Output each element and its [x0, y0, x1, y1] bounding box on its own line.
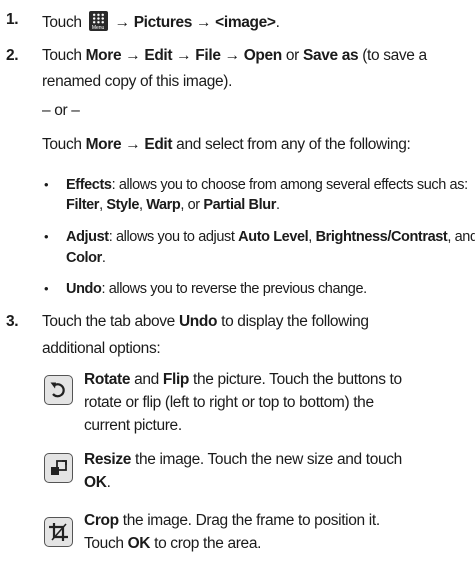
- option-crop-text: Crop the image. Drag the frame to positi…: [84, 509, 380, 555]
- bullet-effects-line-1: Effects: allows you to choose from among…: [66, 177, 468, 193]
- adjust-desc: : allows you to adjust: [108, 229, 235, 245]
- arrow: →: [176, 47, 192, 64]
- ok-label: OK: [127, 535, 151, 552]
- period: .: [275, 14, 280, 31]
- rotate-desc-3: current picture.: [84, 417, 182, 434]
- bullet-dot: •: [44, 229, 49, 244]
- rotate-desc-1: the picture. Touch the buttons to: [193, 371, 402, 388]
- rotate-label: Rotate: [84, 371, 131, 388]
- edit-label: Edit: [144, 47, 173, 64]
- rotate-icon: [44, 375, 73, 405]
- more-label: More: [85, 47, 122, 64]
- period: .: [275, 197, 280, 213]
- or-separator-text: – or –: [42, 102, 80, 119]
- undo-term: Undo: [66, 281, 102, 297]
- rotate-desc-2: rotate or flip (left to right or top to …: [84, 394, 374, 411]
- arrow: →: [125, 47, 141, 64]
- effects-term: Effects: [66, 177, 112, 193]
- step-3-intro: Touch the tab above: [42, 313, 175, 330]
- bullet-adjust-line-2-text: Color.: [66, 250, 106, 266]
- comma: ,: [308, 229, 312, 245]
- resize-label: Resize: [84, 451, 132, 468]
- bullet-dot: •: [44, 281, 49, 296]
- touch-word: Touch: [42, 47, 82, 64]
- color-label: Color: [66, 250, 102, 266]
- option-rotate-text: Rotate and Flip the picture. Touch the b…: [84, 368, 402, 437]
- bullet-adjust-line-1: Adjust: allows you to adjust Auto Level,…: [66, 229, 475, 245]
- ok-label: OK: [84, 474, 107, 491]
- arrow: →: [224, 47, 241, 64]
- period: .: [106, 474, 111, 491]
- more-label: More: [85, 136, 122, 153]
- step-number: 1.: [6, 11, 19, 28]
- edit-label: Edit: [144, 136, 173, 153]
- image-label: <image>: [215, 14, 276, 31]
- arrow: →: [125, 136, 141, 153]
- file-label: File: [195, 47, 221, 64]
- period: .: [101, 250, 106, 266]
- brightness-contrast-label: Brightness/Contrast: [315, 229, 448, 245]
- crop-desc-2: to crop the area.: [154, 535, 262, 552]
- resize-icon: [44, 453, 73, 483]
- save-as-label: Save as: [302, 47, 359, 64]
- flip-label: Flip: [162, 371, 190, 388]
- bullet-undo-line-1: Undo: allows you to reverse the previous…: [66, 281, 367, 297]
- step-2-line-3-end: and select from any of the following:: [176, 136, 411, 153]
- option-resize-text: Resize the image. Touch the new size and…: [84, 448, 402, 494]
- and-word: , and: [447, 229, 475, 245]
- undo-label: Undo: [178, 313, 218, 330]
- step-2-line-1-end: (to save a: [362, 47, 427, 64]
- pictures-label: Pictures: [133, 14, 193, 31]
- step-1-text: Touch Menu → Pictures → <image>.: [42, 11, 280, 32]
- step-1-touch: Touch: [42, 14, 82, 31]
- or-word: or: [285, 47, 299, 64]
- and-word: and: [134, 371, 159, 388]
- filter-label: Filter: [66, 197, 100, 213]
- resize-desc-1: the image. Touch the new size and touch: [134, 451, 402, 468]
- partial-blur-label: Partial Blur: [203, 197, 276, 213]
- effects-desc: : allows you to choose from among severa…: [111, 177, 469, 193]
- style-label: Style: [106, 197, 139, 213]
- step-number: 3.: [6, 313, 19, 330]
- auto-level-label: Auto Level: [238, 229, 309, 245]
- step-3-line-1: Touch the tab above Undo to display the …: [42, 313, 369, 331]
- undo-desc: : allows you to reverse the previous cha…: [101, 281, 367, 297]
- step-2-line-2-text: renamed copy of this image).: [42, 73, 233, 90]
- menu-icon-label: Menu: [91, 25, 105, 31]
- step-3-line-2-text: additional options:: [42, 340, 161, 357]
- step-number: 2.: [6, 47, 19, 64]
- crop-icon: [44, 517, 73, 547]
- menu-icon: Menu: [88, 11, 108, 31]
- touch-word: Touch: [84, 535, 124, 552]
- step-3-line-1-end: to display the following: [221, 313, 369, 330]
- bullet-effects-line-2-text: Filter, Style, Warp, or Partial Blur.: [66, 197, 280, 213]
- crop-label: Crop: [84, 512, 119, 529]
- step-2-line-3-text: Touch More → Edit and select from any of…: [42, 136, 411, 154]
- arrow: →: [196, 14, 212, 31]
- crop-desc-1: the image. Drag the frame to position it…: [122, 512, 380, 529]
- or-word: , or: [180, 197, 204, 213]
- arrow: →: [114, 14, 131, 31]
- warp-label: Warp: [146, 197, 181, 213]
- step-2-line-1: Touch More → Edit → File → Open or Save …: [42, 47, 427, 65]
- open-label: Open: [243, 47, 283, 64]
- adjust-term: Adjust: [66, 229, 109, 245]
- bullet-dot: •: [44, 177, 49, 192]
- touch-word: Touch: [42, 136, 82, 153]
